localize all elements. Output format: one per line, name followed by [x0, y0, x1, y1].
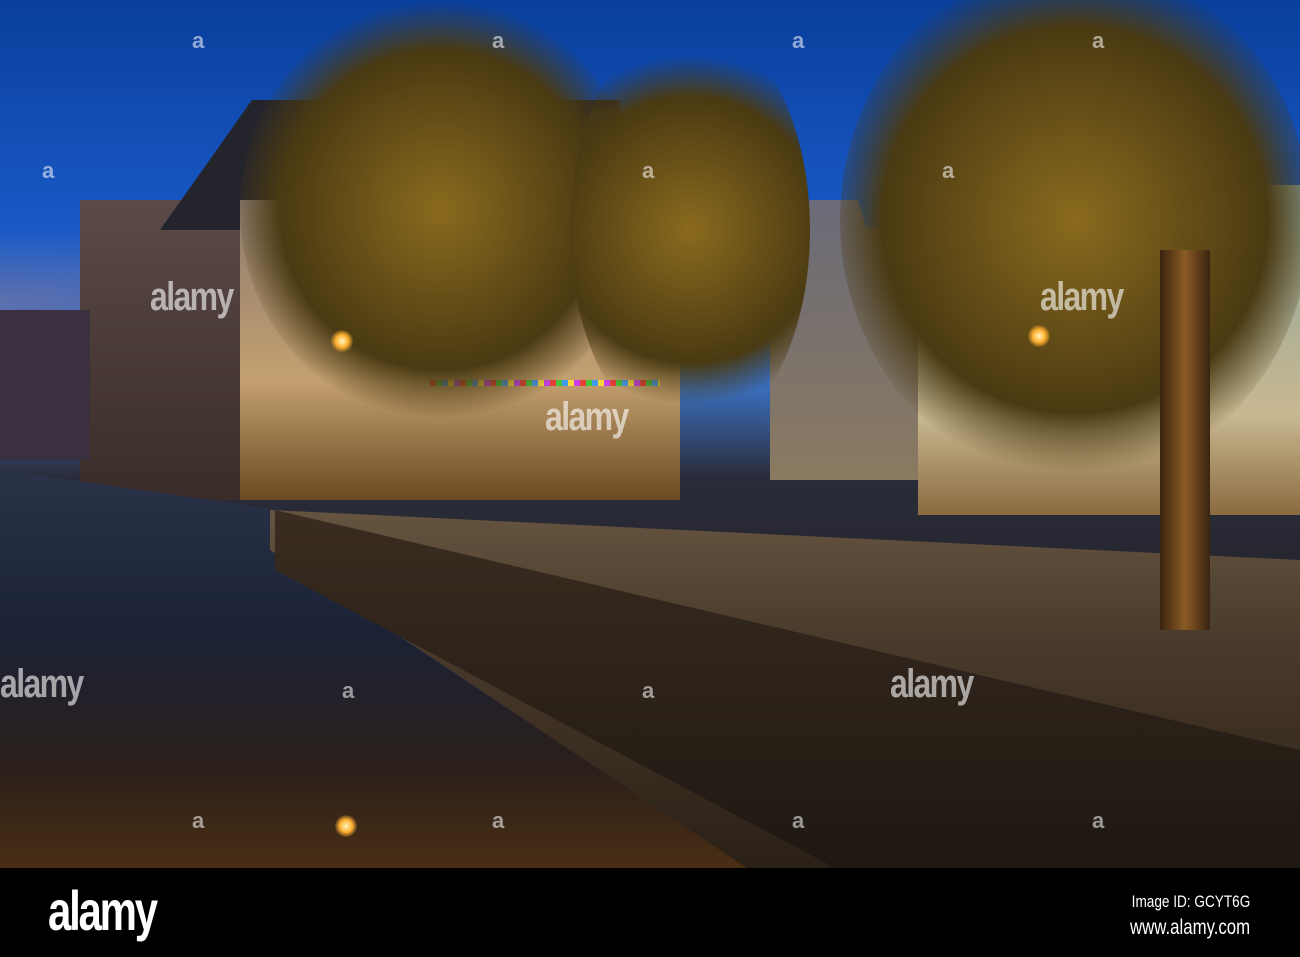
watermark: alamy [0, 662, 84, 706]
watermark-tile: a [792, 28, 805, 53]
website-link[interactable]: www.alamy.com [1130, 916, 1250, 940]
tree-trunk [1160, 250, 1210, 630]
watermark-tile: a [642, 678, 655, 703]
building-far-left [0, 310, 90, 460]
street-lamp [331, 330, 353, 352]
footer-bar: alamy Image ID: GCYT6G www.alamy.com [0, 868, 1300, 957]
watermark-tile: a [492, 808, 505, 833]
tree-middle [570, 20, 810, 440]
image-id: Image ID: GCYT6G [1131, 892, 1250, 911]
watermark-tile: a [492, 28, 505, 53]
watermark-tile: a [342, 678, 355, 703]
watermark: alamy [545, 395, 629, 439]
watermark-tile: a [642, 158, 655, 183]
watermark-tile: a [192, 28, 205, 53]
street-lamp-right [1028, 325, 1050, 347]
street-lamp-reflection [335, 815, 357, 837]
watermark: alamy [1040, 275, 1124, 319]
watermark-tile: a [42, 158, 55, 183]
watermark-tile: a [942, 158, 955, 183]
watermark: alamy [150, 275, 234, 319]
watermark-tile: a [1092, 808, 1105, 833]
watermark-tile: a [192, 808, 205, 833]
watermark-tile: a [792, 808, 805, 833]
watermark-tile: a [1092, 28, 1105, 53]
watermark: alamy [890, 662, 974, 706]
photo-canal-night-scene: alamy alamy alamy alamy alamy a a a a a … [0, 0, 1300, 868]
alamy-logo: alamy [48, 879, 158, 942]
